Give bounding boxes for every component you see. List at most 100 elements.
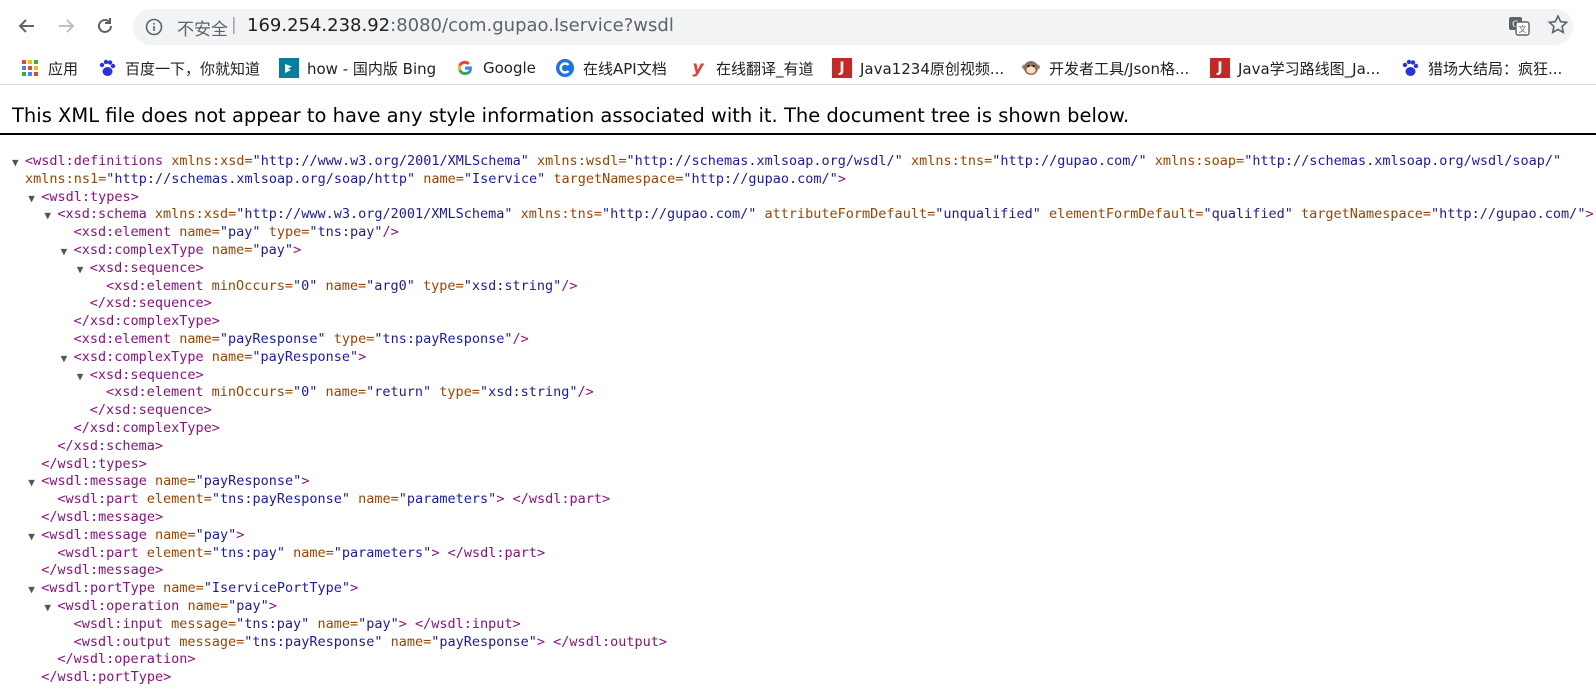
- collapse-toggle-icon[interactable]: ▼: [28, 581, 35, 599]
- collapse-toggle-icon[interactable]: ▼: [28, 528, 35, 546]
- xml-tag: </wsdl:message>: [41, 509, 164, 525]
- back-button[interactable]: [14, 13, 40, 39]
- xml-attr-value: "pay": [358, 615, 399, 632]
- xml-line: <wsdl:message name="payResponse">: [41, 473, 309, 491]
- translate-icon[interactable]: G文: [1508, 16, 1530, 40]
- bookmark-api-doc[interactable]: 在线API文档: [555, 57, 667, 79]
- xml-line: </xsd:schema>: [57, 438, 163, 456]
- xml-tag: </wsdl:types>: [41, 455, 147, 472]
- url-path: :8080/com.gupao.Iservice?wsdl: [390, 15, 674, 36]
- xml-attr-name: name=: [203, 242, 253, 258]
- xml-attr-name: targetNamespace=: [545, 170, 684, 187]
- bookmark-json-tools[interactable]: 开发者工具/Json格...: [1021, 57, 1189, 79]
- forward-button[interactable]: [53, 13, 79, 39]
- xml-attr-name: type=: [260, 224, 310, 241]
- xml-attr-value: "http://schemas.xmlsoap.org/soap/http": [106, 170, 416, 187]
- xml-tag: <xsd:complexType: [73, 242, 204, 258]
- xml-attr-value: "http://gupao.com/": [683, 170, 838, 187]
- xml-attr-name: message=: [163, 615, 237, 632]
- xml-attr-value: "pay": [228, 598, 269, 614]
- collapse-toggle-icon[interactable]: ▼: [61, 243, 68, 261]
- collapse-toggle-icon[interactable]: ▼: [28, 190, 35, 208]
- xml-tag: </wsdl:message>: [41, 562, 164, 579]
- xml-line: <wsdl:types>: [41, 189, 139, 207]
- xml-attr-name: minOccurs=: [203, 277, 293, 294]
- bookmark-baidu[interactable]: 百度一下，你就知道: [97, 57, 260, 79]
- browser-toolbar: 不安全 | 169.254.238.92:8080/com.gupao.Iser…: [0, 0, 1596, 50]
- xml-tag: <wsdl:operation: [57, 598, 180, 614]
- bookmark-java-route[interactable]: J Java学习路线图_Ja...: [1210, 57, 1380, 79]
- xml-tag: <xsd:element: [73, 224, 172, 241]
- xml-attr-value: "tns:pay": [236, 615, 310, 632]
- xml-tag: />: [561, 277, 578, 294]
- xml-tag: <xsd:sequence>: [89, 259, 204, 276]
- bookmark-label: 在线API文档: [583, 59, 667, 78]
- xml-line: </xsd:sequence>: [90, 295, 212, 313]
- xml-attr-value: "http://schemas.xmlsoap.org/wsdl/soap/": [1244, 153, 1562, 169]
- collapse-toggle-icon[interactable]: ▼: [77, 368, 84, 386]
- xml-attr-name: name=: [317, 384, 367, 401]
- xml-attr-value: "http://www.w3.org/2001/XMLSchema": [252, 153, 529, 169]
- xml-tag: >: [358, 348, 367, 365]
- xml-attr-value: "payResponse": [431, 633, 537, 650]
- bookmark-label: Java1234原创视频...: [860, 59, 1005, 78]
- bookmark-liechang[interactable]: 猎场大结局：疯狂...: [1400, 57, 1562, 79]
- insecure-label[interactable]: 不安全: [177, 15, 228, 40]
- xml-attr-name: name=: [171, 331, 220, 347]
- xml-attr-value: "parameters": [398, 491, 497, 508]
- bookmark-apps[interactable]: 应用: [20, 57, 78, 79]
- xml-attr-name: name=: [350, 491, 399, 508]
- xml-attr-value: "http://schemas.xmlsoap.org/wsdl/": [626, 153, 903, 169]
- address-bar[interactable]: 不安全 | 169.254.238.92:8080/com.gupao.Iser…: [133, 9, 1573, 45]
- baidu-paw-icon: [97, 58, 117, 78]
- xml-line: <xsd:element minOccurs="0" name="return"…: [106, 384, 594, 402]
- xml-attr-name: type=: [431, 384, 480, 401]
- xml-line: <wsdl:part element="tns:pay" name="param…: [57, 545, 545, 563]
- collapse-toggle-icon[interactable]: ▼: [77, 261, 84, 279]
- xml-tag: > </wsdl:input>: [398, 615, 521, 632]
- xml-attr-value: "return": [366, 384, 432, 401]
- bookmark-google[interactable]: Google: [455, 57, 536, 79]
- xml-tag: <xsd:schema: [57, 206, 147, 223]
- bing-icon: [279, 58, 299, 78]
- xml-tag: > </wsdl:part>: [431, 544, 546, 561]
- xml-attr-name: name=: [309, 615, 359, 632]
- collapse-toggle-icon[interactable]: ▼: [44, 599, 51, 617]
- bookmark-java1234[interactable]: J Java1234原创视频...: [832, 57, 1004, 79]
- xml-attr-value: "IservicePortType": [203, 580, 351, 597]
- bookmark-star-icon[interactable]: [1547, 14, 1569, 40]
- xml-tag: <wsdl:portType: [41, 580, 155, 597]
- xml-line: <wsdl:operation name="pay">: [57, 598, 276, 616]
- xml-tag: >: [268, 598, 277, 614]
- monkey-icon: [1021, 58, 1041, 78]
- bookmark-label: 百度一下，你就知道: [125, 59, 261, 78]
- collapse-toggle-icon[interactable]: ▼: [12, 154, 19, 172]
- xml-line: xmlns:ns1="http://schemas.xmlsoap.org/so…: [25, 171, 846, 189]
- api-doc-icon: [555, 58, 575, 78]
- xml-attr-name: targetNamespace=: [1292, 206, 1432, 223]
- xml-attr-value: "tns:pay": [309, 224, 383, 241]
- reload-button[interactable]: [92, 13, 118, 39]
- xml-attr-value: "payResponse": [219, 331, 326, 347]
- collapse-toggle-icon[interactable]: ▼: [28, 474, 35, 492]
- collapse-toggle-icon[interactable]: ▼: [61, 350, 68, 368]
- bookmark-label: Java学习路线图_Ja...: [1238, 59, 1381, 78]
- url-text[interactable]: 169.254.238.92:8080/com.gupao.Iservice?w…: [247, 15, 674, 36]
- xml-line: <xsd:element minOccurs="0" name="arg0" t…: [106, 278, 578, 296]
- xml-attr-value: "pay": [195, 526, 237, 543]
- bookmark-youdao[interactable]: y 在线翻译_有道: [688, 57, 813, 79]
- xml-tag: <wsdl:part: [57, 544, 139, 561]
- xml-attr-value: "payResponse": [195, 473, 302, 490]
- xml-attr-name: name=: [171, 224, 220, 241]
- xml-tag: <wsdl:input: [73, 615, 163, 632]
- bookmark-label: 开发者工具/Json格...: [1049, 59, 1190, 78]
- info-icon[interactable]: [145, 18, 163, 40]
- collapse-toggle-icon[interactable]: ▼: [44, 207, 51, 225]
- bookmark-bing[interactable]: how - 国内版 Bing: [279, 57, 436, 79]
- url-host: 169.254.238.92: [247, 15, 391, 36]
- xml-tag: </xsd:sequence>: [89, 402, 212, 419]
- xml-attr-name: element=: [138, 544, 212, 561]
- xml-line: <xsd:sequence>: [90, 260, 204, 278]
- xml-attr-name: type=: [414, 277, 464, 294]
- xml-attr-name: element=: [138, 491, 212, 508]
